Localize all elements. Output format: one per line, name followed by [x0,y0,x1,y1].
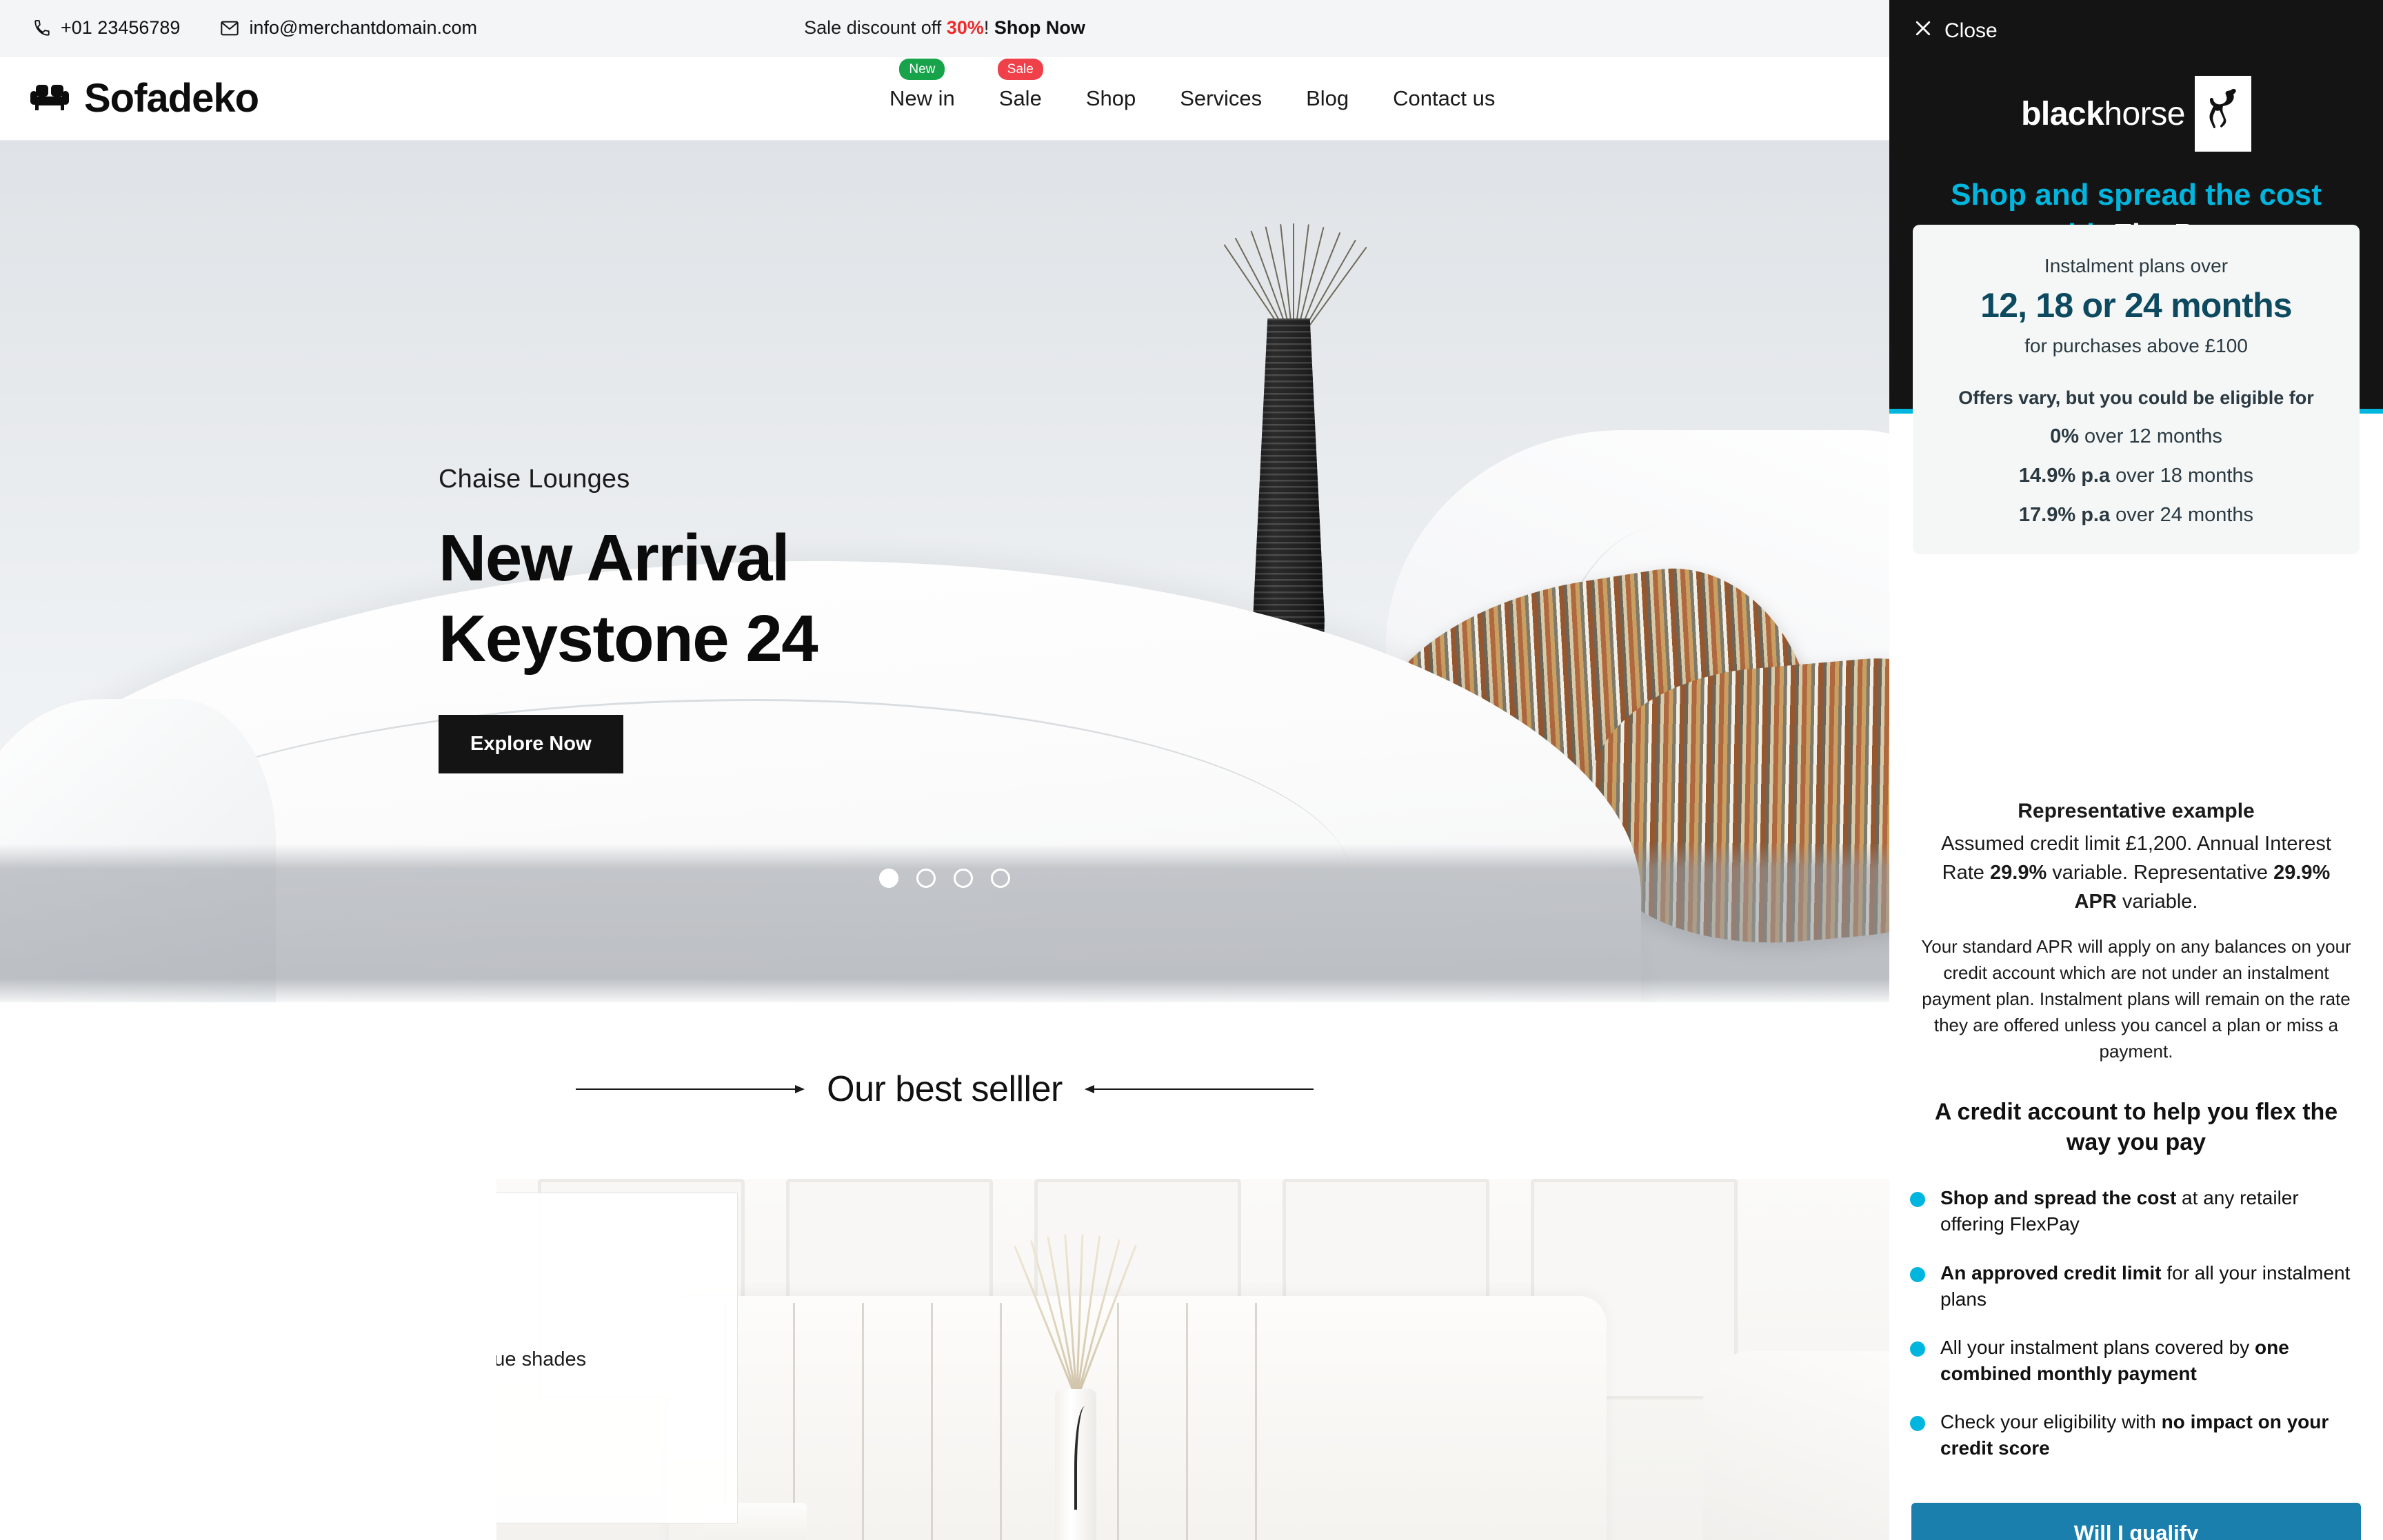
brand-light: horse [2104,95,2185,132]
plan-rate-value: 0% [2050,425,2079,447]
hero-carousel: Chaise Lounges New Arrival Keystone 24 E… [0,141,1889,1002]
carousel-dot-2[interactable] [916,869,936,888]
plan-rate-term: over 18 months [2115,465,2254,487]
rep-line-c: variable. [2116,890,2198,913]
benefit-item: Check your eligibility with no impact on… [1910,1409,2360,1461]
promo-suffix: ! [983,17,994,38]
black-horse-logo: blackhorse [1889,76,2383,152]
promo-prefix: Sale discount off [804,17,947,38]
nav-label-sale: Sale [998,85,1042,110]
promo-shop-now-link[interactable]: Shop Now [994,17,1085,38]
carousel-dots [0,869,1889,888]
plan-minimum: for purchases above £100 [2024,335,2248,356]
brand-logo[interactable]: Sofadeko [0,75,259,121]
nav-item-sale[interactable]: Sale Sale [997,58,1043,115]
bullet-icon [1910,1415,1925,1431]
representative-note: Your standard APR will apply on any bala… [1921,936,2351,1062]
hero-title-line-2: Keystone 24 [439,602,818,676]
rep-line-b: variable. Representative [2047,861,2274,884]
bullet-icon [1910,1192,1925,1208]
brand-bold: black [2021,95,2104,132]
plan-rate-term: over 12 months [2084,425,2222,447]
representative-title: Representative example [2018,800,2255,822]
nav-badge-sale: Sale [997,58,1043,81]
instalment-plan-card: Instalment plans over 12, 18 or 24 month… [1913,225,2360,554]
flexpay-panel: Close blackhorse Shop and spread the cos… [1889,0,2383,1540]
headline-line-1: Shop and spread the cost [1951,178,2322,212]
nav-item-blog[interactable]: Blog [1306,82,1349,115]
sofa-icon [30,81,70,116]
flexpay-cta-group: Will I qualify Already got Black Horse F… [1889,1483,2383,1540]
benefit-item: All your instalment plans covered by one… [1910,1335,2360,1387]
section-title: Our best selller [827,1069,1063,1109]
rep-apr-1: 29.9% [1990,861,2047,884]
benefits-title: A credit account to help you flex the wa… [1934,1099,2338,1156]
hero-eyebrow: Chaise Lounges [439,465,630,494]
email-address: info@merchantdomain.com [249,17,477,38]
hero-copy: Chaise Lounges New Arrival Keystone 24 E… [439,465,818,774]
contact-group: +01 23456789 info@merchantdomain.com [0,17,477,39]
representative-example: Representative example Assumed credit li… [1889,800,2383,1065]
promo-percent: 30% [946,17,984,38]
email-contact[interactable]: info@merchantdomain.com [220,17,477,39]
close-icon [1913,18,1933,44]
top-utility-bar: +01 23456789 info@merchantdomain.com Sal… [0,0,1889,57]
plan-offers-title: Offers vary, but you could be eligible f… [1958,387,2314,408]
nav-item-shop[interactable]: Shop [1086,82,1136,115]
main-navigation: New New in Sale Sale Shop Services Blog … [889,57,1495,140]
close-label: Close [1944,19,1998,42]
heading-rule-left [576,1085,805,1093]
nav-badge-new: New [899,58,945,81]
plan-lead: Instalment plans over [2044,255,2229,276]
phone-number: +01 23456789 [61,17,181,38]
carousel-dot-3[interactable] [954,869,973,888]
product-subtitle: 4 Seater Sofa [496,1290,697,1317]
bullet-icon [1910,1341,1925,1357]
plan-rate-value: 17.9% p.a [2018,504,2111,526]
benefit-bold-lead: An approved credit limit [1940,1262,2162,1284]
bullet-icon [1910,1266,1925,1282]
plan-terms: 12, 18 or 24 months [1980,286,2292,325]
pampas-decor [1007,1220,1145,1400]
phone-contact[interactable]: +01 23456789 [33,17,180,39]
nav-item-new-in[interactable]: New New in [889,58,955,115]
benefit-item: An approved credit limit for all your in… [1910,1260,2360,1313]
benefit-rest: Check your eligibility with [1940,1410,2162,1432]
carousel-dot-4[interactable] [991,869,1010,888]
plan-rate-term: over 24 months [2115,504,2254,526]
nav-label-new-in: New in [889,85,955,110]
merchant-site: +01 23456789 info@merchantdomain.com Sal… [0,0,1889,1540]
envelope-icon [220,19,239,37]
heading-rule-right [1084,1085,1314,1093]
nav-item-contact-us[interactable]: Contact us [1393,82,1495,115]
plan-rate-row: 14.9% p.a over 18 months [1933,465,2339,487]
benefit-bold-lead: Shop and spread the cost [1940,1187,2177,1209]
hero-title-line-1: New Arrival [439,521,790,595]
phone-icon [33,19,51,37]
benefits-list: Shop and spread the cost at any retailer… [1889,1185,2383,1461]
representative-body: Assumed credit limit £1,200. Annual Inte… [1921,830,2351,916]
nav-item-services[interactable]: Services [1180,82,1262,115]
best-seller-heading: Our best selller [0,1068,1889,1110]
black-horse-icon [2194,76,2251,152]
product-description: Luxury panel design in 6 unique shades [496,1348,587,1370]
plan-rate-row: 17.9% p.a over 24 months [1933,504,2339,527]
product-showcase: Deptford Long 4 Seater Sofa Luxury panel… [496,1179,1889,1540]
will-i-qualify-button[interactable]: Will I qualify [1911,1503,2361,1540]
site-header: Sofadeko New New in Sale Sale Shop Servi… [0,57,1889,141]
benefit-rest: All your instalment plans covered by [1940,1336,2255,1358]
plan-rate-row: 0% over 12 months [1933,425,2339,448]
explore-now-button[interactable]: Explore Now [439,715,623,774]
plan-rate-value: 14.9% p.a [2018,465,2111,487]
carousel-dot-1[interactable] [879,869,898,888]
close-button[interactable]: Close [1889,18,1998,44]
brand-name: Sofadeko [84,76,259,121]
product-title: Deptford Long [496,1237,697,1277]
product-card: Deptford Long 4 Seater Sofa Luxury panel… [496,1193,738,1523]
benefit-item: Shop and spread the cost at any retailer… [1910,1185,2360,1237]
